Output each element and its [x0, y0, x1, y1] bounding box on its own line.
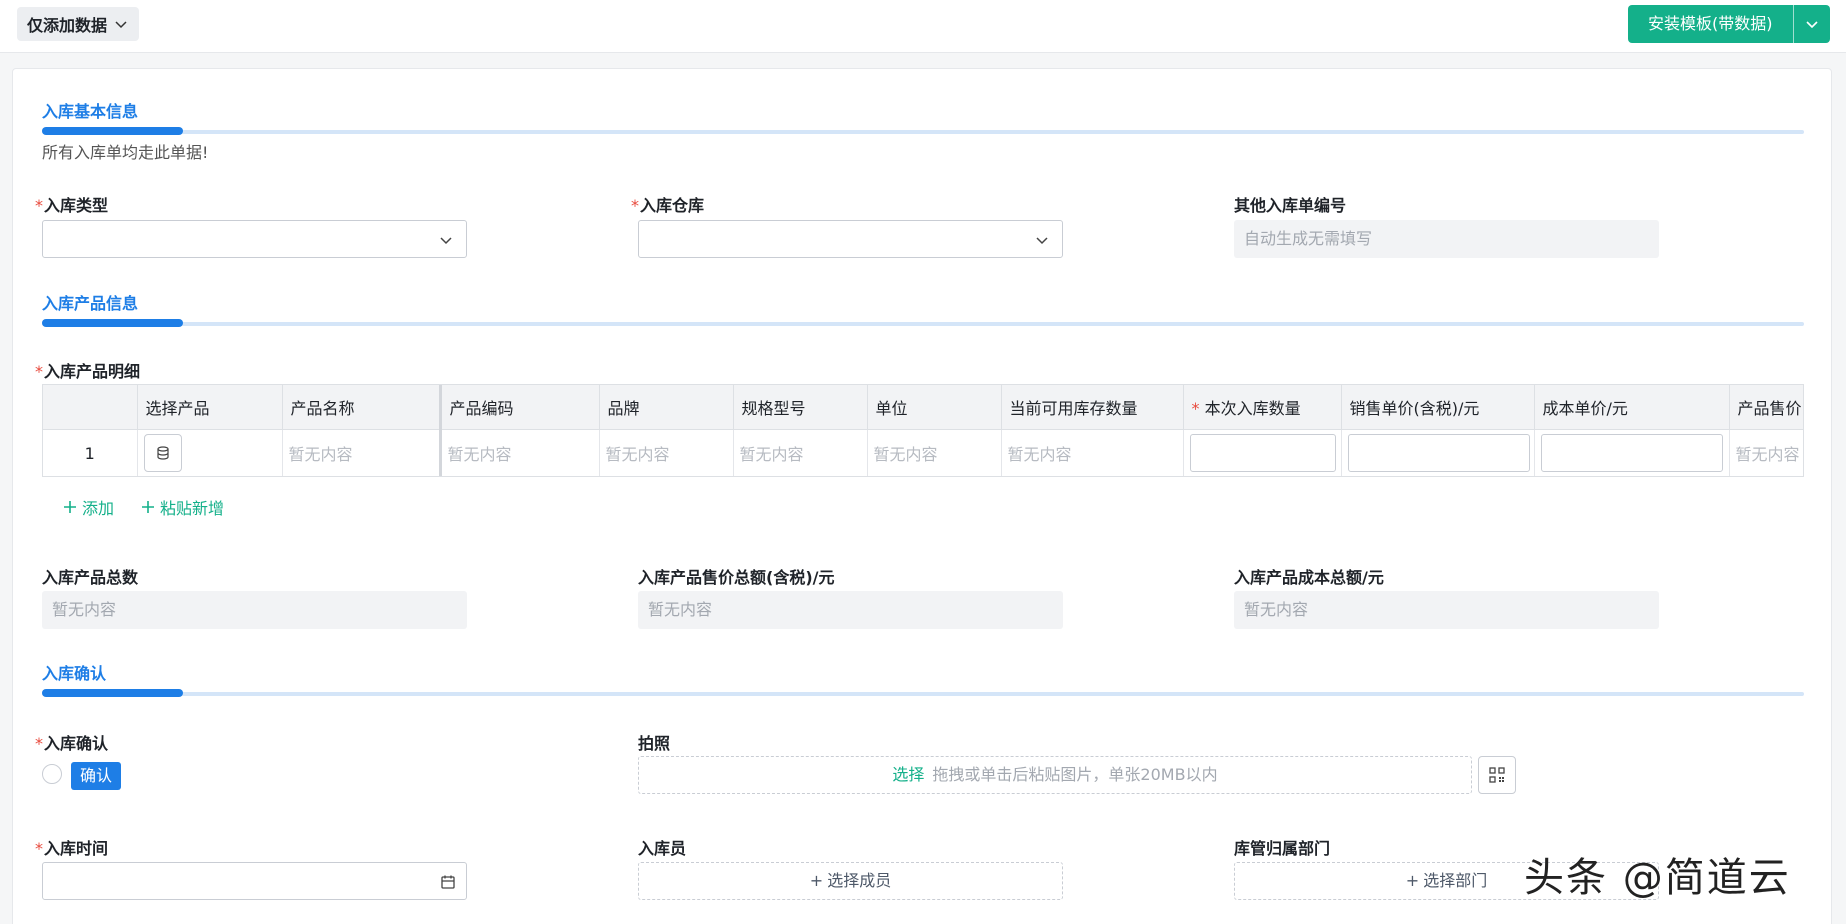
confirm-option-tag[interactable]: 确认: [71, 762, 122, 790]
field-label-dept: 库管归属部门: [1234, 839, 1331, 858]
paste-add-button[interactable]: 粘贴新增: [140, 495, 224, 519]
add-row-button[interactable]: 添加: [62, 495, 114, 519]
sale-price-cell: [1341, 429, 1535, 476]
upload-choose-link[interactable]: 选择: [892, 765, 924, 784]
quantity-input[interactable]: [1189, 434, 1336, 473]
field-label-photo: 拍照: [638, 734, 671, 753]
table-header-row: 选择产品 产品名称 产品编码 品牌 规格型号 单位 当前可用库存数量 * 本次入…: [43, 385, 1803, 430]
cell-empty: 暂无内容: [733, 429, 868, 476]
select-product-button[interactable]: [143, 434, 182, 473]
field-label-total-cost: 入库产品成本总额/元: [1234, 568, 1384, 587]
total-cost-field: 暂无内容: [1234, 591, 1659, 629]
cost-price-input[interactable]: [1540, 434, 1723, 473]
install-template-button[interactable]: 安装模板(带数据): [1628, 5, 1794, 43]
table-row: 1 暂无内容 暂无内容 暂无内容 暂无内容 暂无内容 暂无内容 暂无内容: [43, 429, 1803, 476]
section-title-product: 入库产品信息: [42, 294, 139, 313]
column-header: 规格型号: [733, 385, 868, 430]
column-header: 产品售价: [1729, 385, 1803, 430]
plus-icon: [64, 501, 76, 513]
chevron-down-icon: [1036, 237, 1048, 245]
row-index: 1: [43, 429, 138, 476]
chevron-down-icon: [115, 21, 127, 29]
column-header: * 本次入库数量: [1183, 385, 1342, 430]
quantity-cell: [1183, 429, 1342, 476]
column-header: 产品名称: [282, 385, 442, 430]
cell-empty: 暂无内容: [867, 429, 1002, 476]
confirm-radio[interactable]: [42, 764, 62, 784]
product-detail-table: 选择产品 产品名称 产品编码 品牌 规格型号 单位 当前可用库存数量 * 本次入…: [42, 384, 1804, 477]
column-header: 选择产品: [137, 385, 283, 430]
column-header: 产品编码: [440, 385, 600, 430]
type-select[interactable]: [42, 220, 467, 258]
column-header: 品牌: [599, 385, 734, 430]
cell-empty: 暂无内容: [599, 429, 734, 476]
chevron-down-icon: [440, 237, 452, 245]
install-options-button[interactable]: [1794, 5, 1830, 43]
section-description: 所有入库单均走此单据!: [42, 143, 209, 162]
plus-icon: +: [1405, 871, 1420, 890]
column-header: 当前可用库存数量: [1001, 385, 1184, 430]
field-label-time: *入库时间: [35, 839, 109, 858]
cell-empty: 暂无内容: [282, 429, 442, 476]
database-icon: [156, 446, 169, 460]
field-label-confirm: *入库确认: [35, 734, 109, 753]
field-label-type: *入库类型: [35, 196, 109, 215]
form-card: [12, 68, 1832, 924]
qr-upload-button[interactable]: [1478, 756, 1516, 794]
plus-icon: +: [809, 871, 824, 890]
date-time-picker[interactable]: [42, 862, 467, 900]
top-toolbar: 仅添加数据 安装模板(带数据): [0, 0, 1846, 53]
field-label-warehouse: *入库仓库: [631, 196, 705, 215]
column-header-index: [43, 385, 138, 430]
cell-empty: 暂无内容: [1001, 429, 1184, 476]
column-header: 单位: [867, 385, 1002, 430]
field-label-order-no: 其他入库单编号: [1234, 196, 1347, 215]
warehouse-select[interactable]: [638, 220, 1063, 258]
sale-price-input[interactable]: [1347, 434, 1530, 473]
qr-code-icon: [1489, 767, 1505, 783]
total-sale-field: 暂无内容: [638, 591, 1063, 629]
column-header: 销售单价(含税)/元: [1341, 385, 1535, 430]
calendar-icon: [441, 875, 455, 889]
section-title-basic: 入库基本信息: [42, 102, 139, 121]
field-label-product-detail: *入库产品明细: [35, 362, 141, 381]
plus-icon: [142, 501, 154, 513]
watermark: 头条 @简道云: [1524, 855, 1791, 901]
select-product-cell: [137, 429, 283, 476]
order-no-field: 自动生成无需填写: [1234, 220, 1659, 258]
field-label-total-sale: 入库产品售价总额(含税)/元: [638, 568, 835, 587]
column-header: 成本单价/元: [1534, 385, 1730, 430]
field-label-operator: 入库员: [638, 839, 687, 858]
select-member-button[interactable]: + 选择成员: [638, 862, 1063, 900]
cost-price-cell: [1534, 429, 1730, 476]
mode-label: 仅添加数据: [27, 16, 108, 35]
section-divider-confirm: [42, 689, 1804, 697]
chevron-down-icon: [1805, 21, 1818, 29]
cell-empty: 暂无内容: [1729, 429, 1803, 476]
section-title-confirm: 入库确认: [42, 664, 107, 683]
field-label-total-count: 入库产品总数: [42, 568, 139, 587]
upload-hint: 拖拽或单击后粘贴图片，单张20MB以内: [932, 765, 1218, 784]
total-count-field: 暂无内容: [42, 591, 467, 629]
section-divider-basic: [42, 127, 1804, 135]
section-divider-product: [42, 319, 1804, 327]
cell-empty: 暂无内容: [440, 429, 600, 476]
install-template-button-group: 安装模板(带数据): [1628, 5, 1830, 43]
mode-dropdown[interactable]: 仅添加数据: [17, 7, 140, 41]
photo-upload-area[interactable]: 选择 拖拽或单击后粘贴图片，单张20MB以内: [638, 756, 1472, 794]
